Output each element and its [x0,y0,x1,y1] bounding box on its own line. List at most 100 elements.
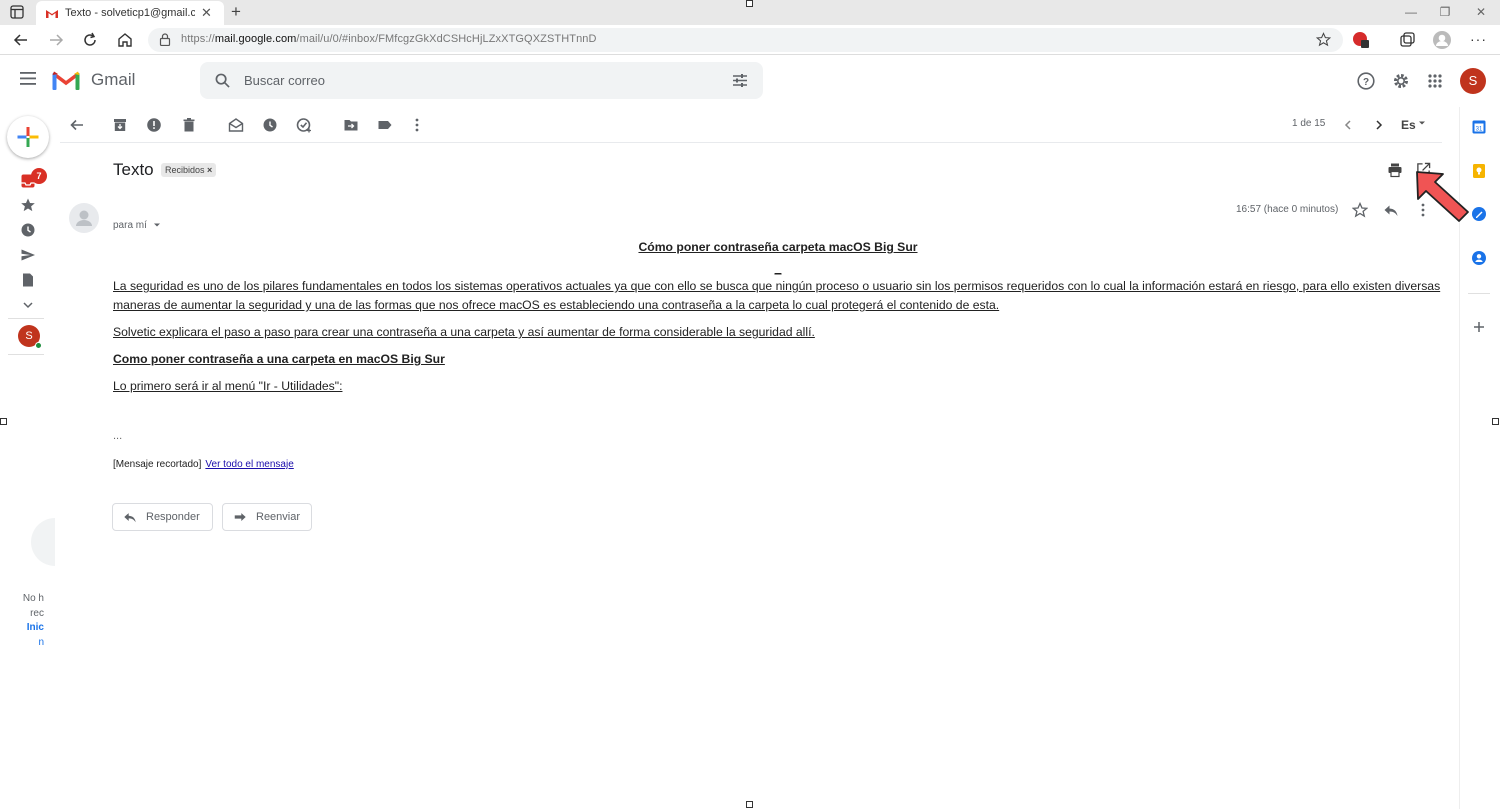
mail-body: Cómo poner contraseña carpeta macOS Big … [113,238,1443,396]
window-close-button[interactable]: ✕ [1473,4,1489,20]
toolbar-divider [60,142,1442,143]
back-icon[interactable] [12,31,30,49]
sender-avatar[interactable] [69,203,99,233]
mark-unread-icon[interactable] [228,117,244,133]
resize-handle-bottom [746,801,753,808]
restore-button[interactable]: ❐ [1437,4,1453,20]
mail-paragraph-1: La seguridad es uno de los pilares funda… [113,279,1441,312]
drafts-icon[interactable] [20,272,36,288]
rail-divider-2 [8,354,44,355]
snoozed-icon[interactable] [20,222,36,238]
forward-button[interactable]: Reenviar [222,503,312,531]
url-text: https://mail.google.com/mail/u/0/#inbox/… [181,33,597,45]
resize-handle-right [1492,418,1499,425]
favorites-star-icon[interactable] [1316,32,1331,47]
language-dropdown-icon[interactable] [1418,119,1426,127]
annotation-arrow [1413,168,1473,224]
new-tab-button[interactable]: + [231,2,241,22]
add-to-tasks-icon[interactable] [296,117,312,133]
mail-subject: Texto [113,160,154,179]
svg-text:31: 31 [1476,127,1483,133]
sent-icon[interactable] [20,247,36,263]
mail-subheading: Como poner contraseña a una carpeta en m… [113,352,445,366]
quoted-text-ellipsis[interactable]: ... [113,430,122,442]
reply-button-label: Responder [146,511,200,523]
gmail-header: Gmail Buscar correo ? S [0,55,1500,107]
browser-tab[interactable]: Texto - solveticp1@gmail.com - Gmail ✕ [36,1,224,25]
mail-paragraph-3: Lo primero será ir al menú "Ir - Utilida… [113,379,343,393]
more-options-icon[interactable] [409,117,425,133]
print-icon[interactable] [1387,162,1403,178]
forward-button-label: Reenviar [256,511,301,523]
minimize-button[interactable]: — [1403,4,1419,20]
newer-chevron-left-icon[interactable] [1340,117,1356,133]
recipient-dropdown-icon[interactable] [153,221,161,229]
delete-icon[interactable] [181,117,197,133]
report-spam-icon[interactable] [146,117,162,133]
address-bar[interactable]: https://mail.google.com/mail/u/0/#inbox/… [148,28,1343,52]
collections-icon[interactable] [1398,31,1416,49]
calendar-icon[interactable]: 31 [1471,119,1487,135]
profile-icon[interactable] [1432,30,1452,50]
search-options-icon[interactable] [732,73,748,88]
starred-icon[interactable] [20,197,36,213]
label-icon[interactable] [377,117,393,133]
star-icon[interactable] [1352,202,1368,218]
help-icon[interactable]: ? [1357,72,1375,90]
gmail-logo-icon[interactable] [52,70,80,91]
search-input[interactable]: Buscar correo [244,73,325,88]
more-chevron-down-icon[interactable] [20,297,36,313]
hangouts-placeholder-circle [31,518,55,566]
clipped-message-notice: [Mensaje recortado] Ver todo el mensaje [113,459,294,470]
apps-grid-icon[interactable] [1428,74,1442,88]
mail-timestamp: 16:57 (hace 0 minutos) [1236,204,1339,215]
heading-separator: _ [774,261,782,275]
older-chevron-right-icon[interactable] [1371,117,1387,133]
side-panel-divider [1468,293,1490,294]
settings-more-icon[interactable]: ··· [1470,31,1487,47]
compose-button[interactable] [7,116,49,158]
contacts-icon[interactable] [1471,250,1487,266]
tasks-icon[interactable] [1471,206,1487,222]
reply-icon[interactable] [1383,202,1399,218]
inbox-label-chip[interactable]: Recibidos × [161,163,217,177]
recipient-details[interactable]: para mí [113,220,161,231]
reply-button[interactable]: Responder [112,503,213,531]
keep-icon[interactable] [1471,163,1487,179]
get-addons-plus-icon[interactable] [1471,319,1487,335]
settings-gear-icon[interactable] [1392,72,1410,90]
forward-arrow-icon [234,513,246,521]
online-status-dot [35,342,42,349]
back-to-inbox-icon[interactable] [69,117,85,133]
view-entire-message-link[interactable]: Ver todo el mensaje [205,459,293,470]
hidden-panel-text: No h rec Inic n [22,593,44,648]
account-avatar[interactable]: S [1460,68,1486,94]
search-bar[interactable]: Buscar correo [200,62,763,99]
move-to-icon[interactable] [343,117,359,133]
extension-icon[interactable] [1352,31,1370,49]
search-icon[interactable] [215,73,230,88]
rail-divider [8,318,44,319]
gmail-brand: Gmail [91,70,136,89]
tab-title: Texto - solveticp1@gmail.com - Gmail [65,7,195,19]
lock-icon[interactable] [159,33,171,46]
resize-handle-left [0,418,7,425]
remove-label-button[interactable]: × [207,165,212,175]
archive-icon[interactable] [112,117,128,133]
gmail-favicon-icon [46,9,58,18]
tab-actions-icon[interactable] [10,5,24,19]
input-tools-language[interactable]: Es [1401,118,1416,132]
reply-arrow-icon [124,513,136,523]
tab-close-button[interactable]: ✕ [201,5,212,21]
inbox-unread-badge: 7 [31,168,47,184]
home-icon[interactable] [116,31,134,49]
reload-icon[interactable] [81,31,99,49]
main-menu-icon[interactable] [20,72,36,85]
pagination-count: 1 de 15 [1292,118,1326,129]
mail-heading: Cómo poner contraseña carpeta macOS Big … [638,240,918,254]
forward-icon[interactable] [47,31,65,49]
svg-text:?: ? [1363,77,1369,88]
mail-paragraph-2: Solvetic explicara el paso a paso para c… [113,325,815,339]
browser-toolbar: https://mail.google.com/mail/u/0/#inbox/… [0,25,1500,55]
snooze-icon[interactable] [262,117,278,133]
